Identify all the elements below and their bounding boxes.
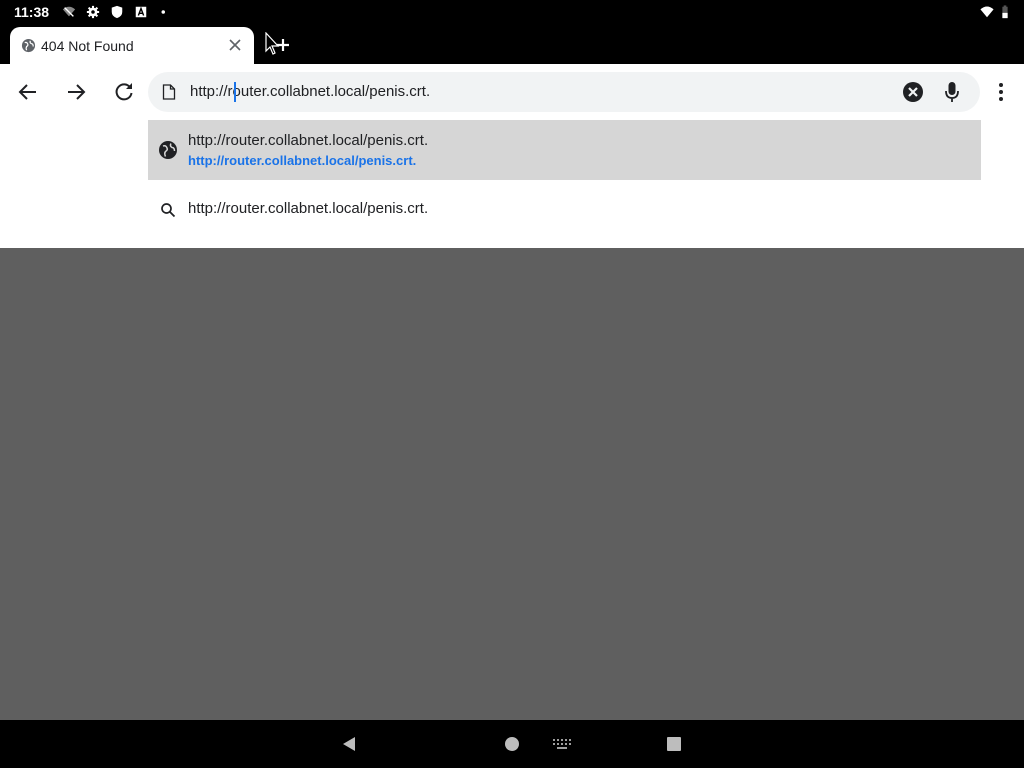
- tab-strip: 404 Not Found: [0, 24, 1024, 64]
- text-cursor: [234, 82, 236, 102]
- globe-icon: [21, 38, 36, 53]
- microphone-icon[interactable]: [944, 80, 960, 104]
- suggestion-url: http://router.collabnet.local/penis.crt.: [188, 153, 417, 168]
- wifi-icon: [980, 6, 994, 18]
- forward-icon[interactable]: [64, 80, 88, 104]
- tab-active[interactable]: 404 Not Found: [10, 27, 254, 64]
- address-bar[interactable]: http://router.collabnet.local/penis.crt.: [148, 72, 980, 112]
- browser-toolbar: http://router.collabnet.local/penis.crt.: [0, 64, 1024, 120]
- close-tab-icon[interactable]: [226, 36, 244, 54]
- more-options-icon[interactable]: [990, 80, 1012, 104]
- suggestion-title: http://router.collabnet.local/penis.crt.: [188, 132, 429, 149]
- page-icon: [162, 84, 176, 100]
- new-tab-icon[interactable]: [264, 32, 290, 58]
- shield-icon: [111, 5, 123, 19]
- reload-icon[interactable]: [112, 80, 136, 104]
- search-icon: [161, 203, 176, 218]
- nav-home-icon[interactable]: [504, 736, 520, 752]
- page-content-scrim[interactable]: [0, 248, 1024, 720]
- suggestion-item[interactable]: http://router.collabnet.local/penis.crt.: [148, 180, 981, 238]
- text-icon: [135, 6, 147, 18]
- wifi-off-icon: [62, 6, 76, 17]
- status-time: 11:38: [14, 4, 50, 20]
- status-bar: 11:38: [0, 0, 1024, 24]
- url-input[interactable]: http://router.collabnet.local/penis.crt.: [190, 83, 430, 100]
- nav-recents-icon[interactable]: [666, 736, 682, 752]
- battery-icon: [1002, 5, 1008, 19]
- system-navigation-bar: [0, 720, 1024, 768]
- notification-dot-icon: [161, 10, 165, 14]
- suggestion-item[interactable]: http://router.collabnet.local/penis.crt.…: [148, 120, 981, 180]
- settings-icon: [86, 5, 100, 19]
- suggestion-title: http://router.collabnet.local/penis.crt.: [188, 200, 429, 217]
- globe-icon: [159, 141, 177, 159]
- keyboard-icon[interactable]: [552, 738, 572, 750]
- nav-back-icon[interactable]: [340, 735, 358, 753]
- clear-input-icon[interactable]: [902, 81, 924, 103]
- back-icon[interactable]: [16, 80, 40, 104]
- omnibox-suggestions: http://router.collabnet.local/penis.crt.…: [0, 120, 1024, 248]
- tab-title: 404 Not Found: [41, 38, 134, 54]
